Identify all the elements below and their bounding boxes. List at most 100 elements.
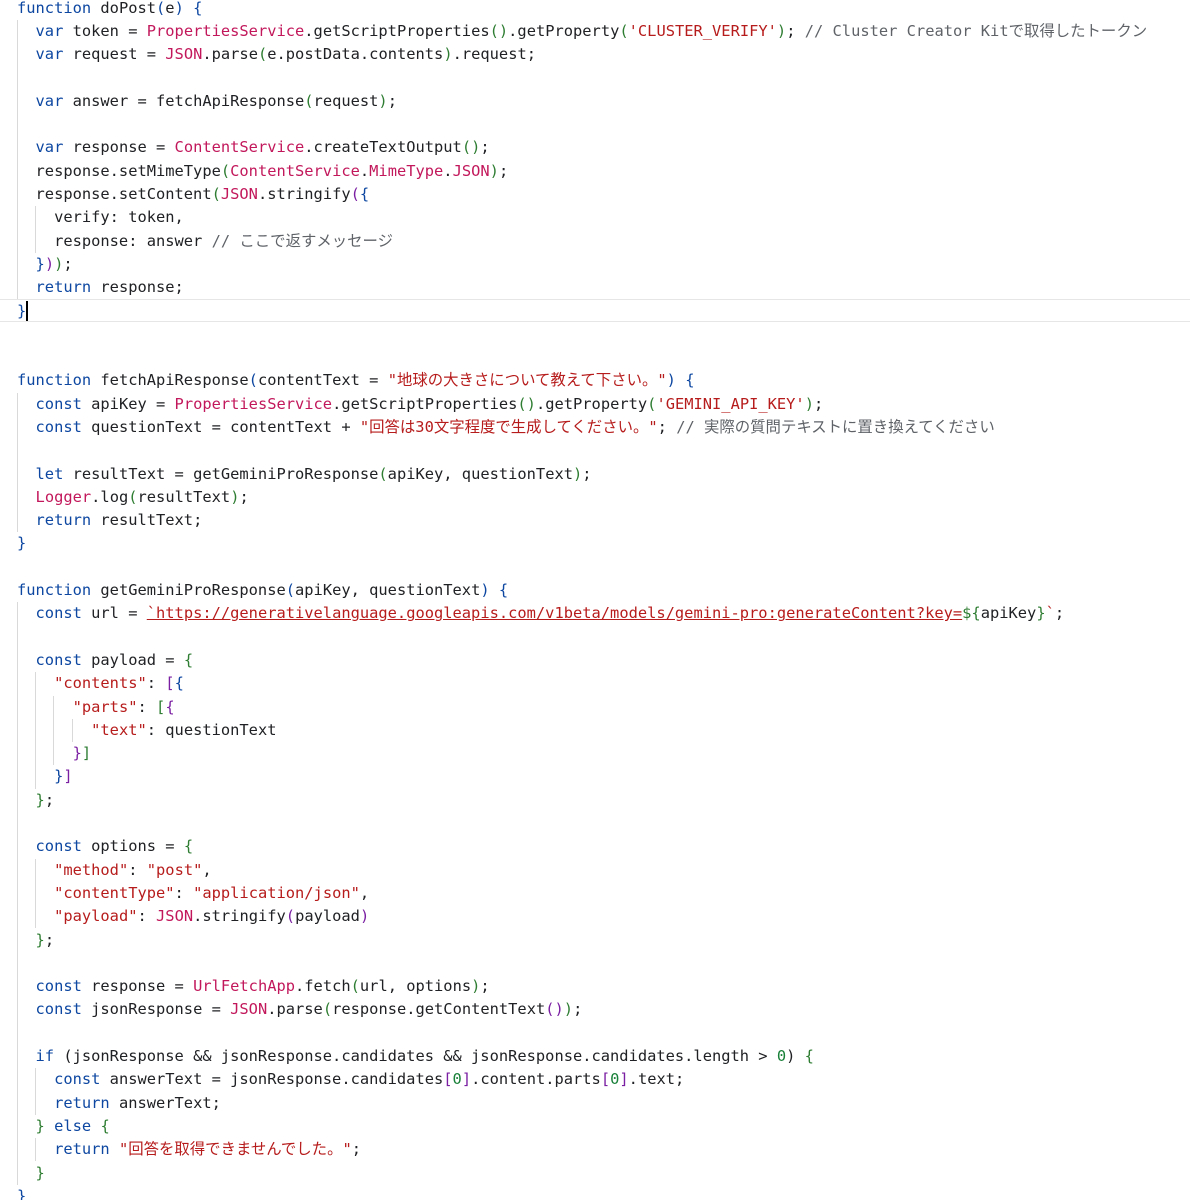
code-line[interactable]: const response = UrlFetchApp.fetch(url, …	[0, 975, 1190, 998]
code-token: (	[285, 581, 296, 599]
code-token: {	[183, 650, 194, 669]
code-line[interactable]: function fetchApiResponse(contentText = …	[0, 369, 1190, 392]
code-line[interactable]: const jsonResponse = JSON.parse(response…	[0, 998, 1190, 1021]
code-line[interactable]	[0, 812, 1190, 835]
code-line[interactable]: }]	[0, 742, 1190, 765]
code-line[interactable]: };	[0, 929, 1190, 952]
indent-guide	[35, 206, 37, 253]
code-token: [	[165, 674, 175, 693]
code-line[interactable]: verify: token,	[0, 206, 1190, 229]
code-line[interactable]: }	[0, 1162, 1190, 1185]
code-line[interactable]: const questionText = contentText + "回答は3…	[0, 416, 1190, 439]
indent-guide	[17, 19, 18, 300]
code-token: "payload"	[54, 907, 138, 926]
code-line[interactable]: response: answer // ここで返すメッセージ	[0, 230, 1190, 253]
code-token: ;	[1054, 604, 1065, 623]
code-token: (	[257, 45, 268, 64]
code-token: "回答を取得できませんでした。"	[118, 1140, 352, 1159]
code-line[interactable]: };	[0, 789, 1190, 812]
code-line[interactable]	[0, 556, 1190, 579]
code-token: ;	[480, 977, 490, 996]
code-token: )	[471, 977, 481, 996]
code-token: (	[350, 184, 360, 203]
code-token: response: answer	[17, 231, 212, 250]
code-line[interactable]	[0, 346, 1190, 369]
code-token: doPost	[91, 0, 157, 17]
code-line[interactable]: }	[0, 299, 1190, 323]
code-line[interactable]: "contentType": "application/json",	[0, 882, 1190, 905]
code-token: )	[443, 45, 453, 64]
code-line[interactable]: return "回答を取得できませんでした。";	[0, 1138, 1190, 1161]
code-line[interactable]: "text": questionText	[0, 719, 1190, 742]
code-line[interactable]: "parts": [{	[0, 696, 1190, 719]
code-line[interactable]: Logger.log(resultText);	[0, 486, 1190, 509]
code-token: return	[17, 1093, 110, 1112]
code-line[interactable]: response.setContent(JSON.stringify({	[0, 183, 1190, 206]
code-line[interactable]: "payload": JSON.stringify(payload)	[0, 905, 1190, 928]
code-token: answerText;	[109, 1093, 221, 1112]
code-token: "回答は30文字程度で生成してください。"	[359, 417, 658, 436]
indent-guide	[35, 1138, 37, 1162]
code-line[interactable]: return answerText;	[0, 1092, 1190, 1115]
code-line[interactable]	[0, 66, 1190, 89]
code-token: )	[786, 1047, 805, 1065]
code-token: const	[17, 1000, 82, 1019]
code-token: response;	[91, 278, 184, 297]
code-line[interactable]: const url = `https://generativelanguage.…	[0, 602, 1190, 625]
indent-guide	[35, 672, 37, 789]
code-token: )	[563, 1000, 574, 1019]
code-token: JSON	[220, 184, 258, 203]
code-token: }	[54, 767, 64, 786]
code-token: ;	[498, 161, 509, 180]
code-line[interactable]: return resultText;	[0, 509, 1190, 532]
code-token: ContentService	[230, 161, 360, 180]
code-line[interactable]: function getGeminiProResponse(apiKey, qu…	[0, 579, 1190, 602]
code-line[interactable]: let resultText = getGeminiProResponse(ap…	[0, 463, 1190, 486]
code-line[interactable]: var answer = fetchApiResponse(request);	[0, 90, 1190, 113]
code-line[interactable]: "method": "post",	[0, 859, 1190, 882]
code-line[interactable]: }	[0, 1185, 1190, 1200]
code-line[interactable]	[0, 952, 1190, 975]
code-line[interactable]: }]	[0, 765, 1190, 788]
code-token: apiKey =	[81, 394, 175, 413]
code-token: )	[54, 254, 64, 273]
code-line[interactable]: }	[0, 532, 1190, 555]
code-token: {	[498, 581, 509, 599]
code-token: :	[174, 883, 194, 902]
code-editor[interactable]: function doPost(e) { var token = Propert…	[0, 0, 1190, 1200]
code-line[interactable]	[0, 323, 1190, 346]
code-line[interactable]: var request = JSON.parse(e.postData.cont…	[0, 43, 1190, 66]
code-token: const	[17, 394, 82, 413]
code-line[interactable]: "contents": [{	[0, 672, 1190, 695]
code-line[interactable]	[0, 626, 1190, 649]
code-token: {	[165, 697, 175, 716]
indent-guide	[17, 602, 18, 1185]
code-token: e.postData.contents	[267, 45, 444, 64]
code-line[interactable]: return response;	[0, 276, 1190, 299]
code-line[interactable]	[0, 113, 1190, 136]
code-line[interactable]: const payload = {	[0, 649, 1190, 672]
code-token: const	[17, 650, 82, 669]
code-token: response.setMimeType	[17, 161, 221, 180]
code-token: else	[44, 1116, 101, 1135]
code-line[interactable]: const answerText = jsonResponse.candidat…	[0, 1068, 1190, 1091]
code-token: .stringify	[193, 907, 286, 926]
code-line[interactable]: var response = ContentService.createText…	[0, 136, 1190, 159]
code-line[interactable]: function doPost(e) {	[0, 0, 1190, 20]
code-line[interactable]: } else {	[0, 1115, 1190, 1138]
code-token: {	[100, 1116, 110, 1135]
code-line[interactable]: const options = {	[0, 835, 1190, 858]
code-line[interactable]	[0, 439, 1190, 462]
code-line[interactable]: var token = PropertiesService.getScriptP…	[0, 20, 1190, 43]
code-line[interactable]: }));	[0, 253, 1190, 276]
code-token: }	[1036, 604, 1046, 623]
code-token: apiKey, questionText	[387, 464, 573, 483]
code-line[interactable]	[0, 1022, 1190, 1045]
code-line[interactable]: response.setMimeType(ContentService.Mime…	[0, 160, 1190, 183]
code-token: JSON	[156, 907, 194, 926]
code-token: [	[443, 1070, 453, 1089]
code-line[interactable]: if (jsonResponse && jsonResponse.candida…	[0, 1045, 1190, 1068]
code-token: .fetch	[295, 977, 351, 996]
code-line[interactable]: const apiKey = PropertiesService.getScri…	[0, 393, 1190, 416]
